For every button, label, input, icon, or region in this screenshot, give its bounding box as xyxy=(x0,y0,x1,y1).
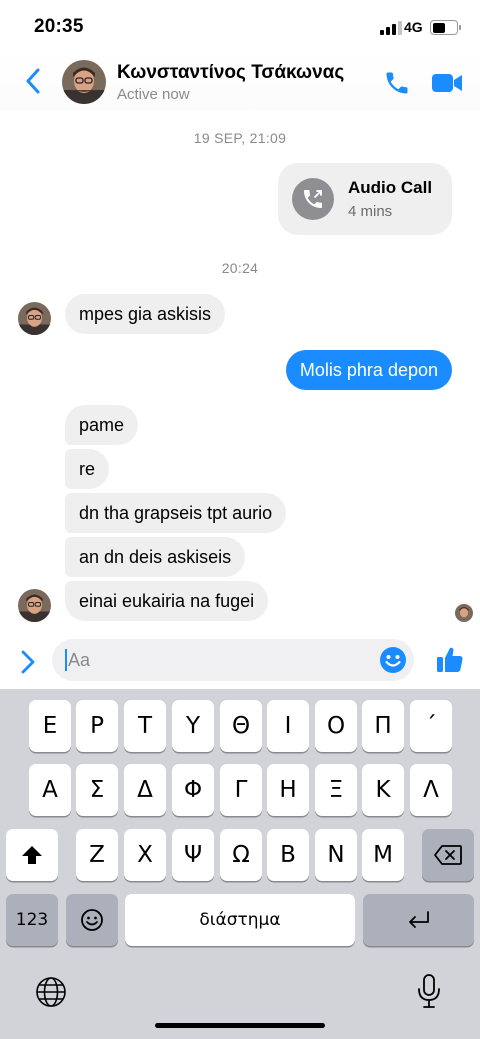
return-key[interactable] xyxy=(363,894,474,946)
call-title: Audio Call xyxy=(348,178,433,197)
message-input[interactable] xyxy=(68,639,368,681)
backspace-key[interactable] xyxy=(422,829,474,881)
sender-avatar[interactable] xyxy=(18,589,51,622)
dictation-button[interactable] xyxy=(414,973,444,1009)
key-upsilon[interactable]: Υ xyxy=(172,700,214,752)
key-iota[interactable]: Ι xyxy=(267,700,309,752)
message-timestamp: 19 SEP, 21:09 xyxy=(193,130,287,146)
battery-icon xyxy=(430,20,461,35)
key-tonos[interactable]: ΄ xyxy=(410,700,452,752)
key-rho[interactable]: Ρ xyxy=(76,700,118,752)
numbers-key[interactable]: 123 xyxy=(6,894,58,946)
key-tau[interactable]: Τ xyxy=(124,700,166,752)
key-omega[interactable]: Ω xyxy=(220,829,262,881)
key-pi[interactable]: Π xyxy=(362,700,404,752)
key-lambda[interactable]: Λ xyxy=(410,764,452,816)
key-delta[interactable]: Δ xyxy=(124,764,166,816)
missed-call-icon xyxy=(292,178,334,220)
key-eta[interactable]: Η xyxy=(267,764,309,816)
globe-icon xyxy=(36,977,66,1007)
thumbs-up-icon xyxy=(437,647,463,672)
microphone-icon xyxy=(418,974,440,1008)
key-epsilon[interactable]: Ε xyxy=(29,700,71,752)
status-time: 20:35 xyxy=(34,16,84,37)
key-sigma[interactable]: Σ xyxy=(76,764,118,816)
message-input-container[interactable] xyxy=(52,639,414,681)
backspace-icon xyxy=(434,845,462,865)
video-camera-icon xyxy=(432,74,462,92)
call-duration: 4 mins xyxy=(348,203,393,220)
chat-header: Κωνσταντίνος Τσάκωνας Active now xyxy=(0,52,480,110)
expand-actions-button[interactable] xyxy=(14,646,42,678)
emoji-smile-icon[interactable] xyxy=(378,645,408,675)
emoji-icon xyxy=(81,909,103,931)
return-icon xyxy=(408,911,429,928)
message-bubble-incoming[interactable]: an dn deis askiseis xyxy=(65,537,246,577)
message-bubble-incoming[interactable]: dn tha grapseis tpt aurio xyxy=(65,493,287,533)
back-button[interactable] xyxy=(18,64,48,98)
phone-icon xyxy=(386,72,408,94)
key-phi[interactable]: Φ xyxy=(172,764,214,816)
message-bubble-incoming[interactable]: pame xyxy=(65,405,139,445)
shift-key[interactable] xyxy=(6,829,58,881)
home-indicator[interactable] xyxy=(155,1023,325,1028)
globe-button[interactable] xyxy=(34,975,68,1009)
key-chi[interactable]: Χ xyxy=(124,829,166,881)
contact-name[interactable]: Κωνσταντίνος Τσάκωνας xyxy=(117,62,344,84)
contact-status: Active now xyxy=(117,86,190,103)
message-timestamp: 20:24 xyxy=(221,260,259,276)
contact-avatar[interactable] xyxy=(62,60,106,104)
key-psi[interactable]: Ψ xyxy=(172,829,214,881)
status-bar: 20:35 4G xyxy=(0,0,480,52)
sender-avatar[interactable] xyxy=(18,302,51,335)
message-bubble-incoming[interactable]: re xyxy=(65,449,110,489)
chevron-right-icon xyxy=(21,650,35,674)
audio-call-button[interactable] xyxy=(380,66,414,100)
key-omicron[interactable]: Ο xyxy=(315,700,357,752)
key-alpha[interactable]: Α xyxy=(29,764,71,816)
keyboard: Ε Ρ Τ Υ Θ Ι Ο Π ΄ Α Σ Δ Φ Γ Η Ξ Κ Λ Ζ Χ … xyxy=(0,689,480,1039)
shift-arrow-icon xyxy=(22,846,42,864)
read-receipt-avatar xyxy=(455,604,473,622)
key-gamma[interactable]: Γ xyxy=(220,764,262,816)
key-kappa[interactable]: Κ xyxy=(362,764,404,816)
emoji-key[interactable] xyxy=(66,894,118,946)
key-beta[interactable]: Β xyxy=(267,829,309,881)
back-chevron-icon xyxy=(26,68,40,94)
key-xi[interactable]: Ξ xyxy=(315,764,357,816)
key-nu[interactable]: Ν xyxy=(315,829,357,881)
network-type: 4G xyxy=(404,19,423,35)
like-button[interactable] xyxy=(432,642,468,678)
space-key[interactable]: διάστημα xyxy=(125,894,355,946)
message-composer xyxy=(0,636,480,688)
message-bubble-outgoing[interactable]: Molis phra depon xyxy=(285,350,452,390)
message-bubble-incoming[interactable]: einai eukairia na fugei xyxy=(65,581,269,621)
key-mu[interactable]: Μ xyxy=(362,829,404,881)
key-theta[interactable]: Θ xyxy=(220,700,262,752)
signal-strength-icon xyxy=(380,21,402,35)
audio-call-card[interactable]: Audio Call 4 mins xyxy=(278,163,452,235)
text-cursor xyxy=(65,649,67,671)
video-call-button[interactable] xyxy=(428,66,466,100)
key-zeta[interactable]: Ζ xyxy=(76,829,118,881)
message-bubble-incoming[interactable]: mpes gia askisis xyxy=(65,294,226,334)
